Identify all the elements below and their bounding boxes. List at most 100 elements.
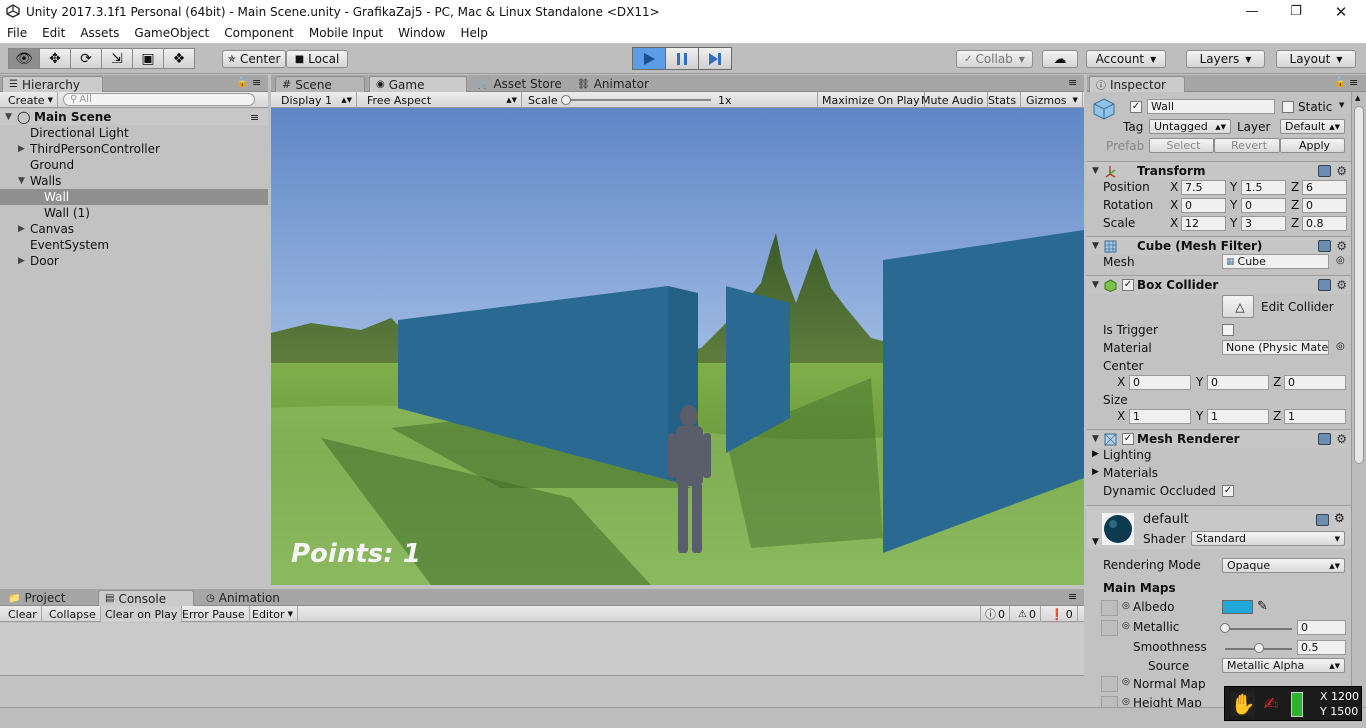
fold-closed-icon[interactable]: ▶ [1092, 449, 1099, 459]
create-dropdown[interactable]: Create ▼ [4, 92, 58, 108]
hierarchy-item[interactable]: ▶ Door [0, 253, 268, 269]
smoothness-value-field[interactable]: 0.5 [1297, 640, 1346, 655]
menu-assets[interactable]: Assets [73, 26, 127, 40]
tab-animation[interactable]: ◷ Animation [200, 590, 296, 606]
dynamic-occluded-checkbox[interactable]: ✓ [1222, 485, 1234, 497]
prefab-select-button[interactable]: Select [1149, 138, 1214, 153]
layer-dropdown[interactable]: Default ▲▼ [1280, 119, 1345, 134]
scale-tool-icon[interactable]: ⇲ [101, 48, 133, 69]
warning-filter-toggle[interactable]: ⚠ 0 [1014, 606, 1041, 622]
menu-window[interactable]: Window [391, 26, 453, 40]
object-picker-icon[interactable]: ◎ [1336, 341, 1345, 352]
rotate-tool-icon[interactable]: ⟳ [70, 48, 102, 69]
mesh-renderer-header[interactable]: ▼ ✓ Mesh Renderer ⚙ [1087, 429, 1351, 448]
editor-dropdown[interactable]: Editor ▼ [248, 606, 298, 622]
mesh-renderer-enabled-checkbox[interactable]: ✓ [1122, 433, 1134, 445]
panel-menu-icon[interactable]: ≡ [1349, 76, 1358, 89]
minimize-icon[interactable]: — [1229, 0, 1275, 23]
step-button[interactable] [698, 47, 732, 70]
fold-open-icon[interactable]: ▼ [1092, 241, 1099, 251]
game-view[interactable]: Points: 1 [271, 108, 1084, 585]
smoothness-slider-knob[interactable] [1253, 643, 1264, 653]
mesh-field[interactable]: ▦ Cube [1222, 254, 1329, 269]
layers-dropdown[interactable]: Layers ▼ [1186, 50, 1265, 68]
error-pause-toggle[interactable]: Error Pause [178, 606, 250, 622]
physic-material-field[interactable]: None (Physic Mate [1222, 340, 1329, 355]
size-y-field[interactable]: 1 [1207, 409, 1269, 424]
gizmos-dropdown[interactable]: Gizmos ▼ [1022, 92, 1083, 108]
position-y-field[interactable]: 1.5 [1241, 180, 1286, 195]
pause-button[interactable] [665, 47, 699, 70]
scroll-up-icon[interactable]: ▲ [1355, 94, 1360, 102]
tab-hierarchy[interactable]: ☰ Hierarchy [2, 76, 103, 92]
rotation-x-field[interactable]: 0 [1181, 198, 1226, 213]
restore-icon[interactable]: ❐ [1273, 0, 1319, 23]
hierarchy-search-input[interactable]: ⚲ All [63, 93, 255, 106]
size-z-field[interactable]: 1 [1284, 409, 1346, 424]
rotation-y-field[interactable]: 0 [1241, 198, 1286, 213]
gear-icon[interactable]: ⚙ [1336, 239, 1347, 253]
mute-audio-toggle[interactable]: Mute Audio [917, 92, 989, 108]
error-filter-toggle[interactable]: ❗ 0 [1046, 606, 1078, 622]
box-collider-enabled-checkbox[interactable]: ✓ [1122, 279, 1134, 291]
lighting-label[interactable]: Lighting [1103, 448, 1152, 462]
view-tool-eye-icon[interactable]: 👁 [8, 48, 40, 69]
fold-closed-icon[interactable]: ▶ [18, 256, 25, 266]
scale-slider-knob[interactable] [561, 95, 571, 105]
prefab-revert-button[interactable]: Revert [1214, 138, 1280, 153]
scrollbar-thumb[interactable] [1354, 106, 1364, 464]
scale-slider-track[interactable] [565, 99, 711, 101]
fold-closed-icon[interactable]: ▶ [18, 144, 25, 154]
collapse-toggle[interactable]: Collapse [45, 606, 101, 622]
static-checkbox[interactable] [1282, 101, 1294, 113]
menu-component[interactable]: Component [217, 26, 302, 40]
panel-menu-icon[interactable]: ≡ [1068, 590, 1077, 603]
help-book-icon[interactable] [1318, 279, 1331, 291]
hierarchy-item[interactable]: ▶ ThirdPersonController [0, 141, 268, 157]
hierarchy-item[interactable]: ▼ Walls [0, 173, 268, 189]
aspect-dropdown[interactable]: Free Aspect ▲▼ [363, 92, 522, 108]
tag-dropdown[interactable]: Untagged ▲▼ [1149, 119, 1231, 134]
shader-dropdown[interactable]: Standard ▼ [1191, 531, 1345, 546]
size-x-field[interactable]: 1 [1129, 409, 1191, 424]
menu-gameobject[interactable]: GameObject [127, 26, 217, 40]
menu-help[interactable]: Help [453, 26, 495, 40]
stats-toggle[interactable]: Stats [984, 92, 1022, 108]
metallic-slider-track[interactable] [1225, 628, 1292, 630]
mesh-filter-header[interactable]: ▼ Cube (Mesh Filter) ⚙ [1087, 236, 1351, 255]
info-filter-toggle[interactable]: ⓘ 0 [980, 606, 1010, 622]
edit-collider-button[interactable]: △ [1222, 295, 1254, 318]
albedo-color-swatch[interactable] [1222, 600, 1253, 614]
position-z-field[interactable]: 6 [1302, 180, 1347, 195]
hierarchy-item[interactable]: Wall (1) [0, 205, 268, 221]
materials-label[interactable]: Materials [1103, 466, 1158, 480]
hand-tool-icon[interactable]: ✋ [1231, 692, 1255, 716]
fold-open-icon[interactable]: ▼ [1092, 537, 1099, 547]
normal-map-texture-slot[interactable] [1101, 676, 1118, 692]
clear-button[interactable]: Clear [4, 606, 42, 622]
height-map-texture-slot[interactable] [1101, 696, 1118, 707]
account-dropdown[interactable]: Account ▼ [1086, 50, 1166, 68]
metallic-texture-slot[interactable] [1101, 620, 1118, 636]
fold-open-icon[interactable]: ▼ [18, 176, 25, 186]
menu-edit[interactable]: Edit [35, 26, 73, 40]
menu-mobile-input[interactable]: Mobile Input [302, 26, 391, 40]
tab-asset-store[interactable]: 🛒 Asset Store [471, 76, 567, 92]
menu-file[interactable]: File [0, 26, 35, 40]
fold-open-icon[interactable]: ▼ [1092, 434, 1099, 444]
help-book-icon[interactable] [1318, 165, 1331, 177]
box-collider-header[interactable]: ▼ ✓ Box Collider ⚙ [1087, 275, 1351, 294]
rotation-z-field[interactable]: 0 [1302, 198, 1347, 213]
cloud-button[interactable]: ☁ [1042, 50, 1078, 68]
clear-on-play-toggle[interactable]: Clear on Play [101, 606, 183, 622]
object-picker-icon[interactable]: ◎ [1336, 255, 1345, 266]
albedo-texture-slot[interactable] [1101, 600, 1118, 616]
lock-icon[interactable]: 🔒 [236, 77, 248, 88]
fold-open-icon[interactable]: ▼ [1092, 280, 1099, 290]
gear-icon[interactable]: ⚙ [1336, 278, 1347, 292]
picker-dot-icon[interactable]: ◎ [1122, 697, 1130, 707]
gear-icon[interactable]: ⚙ [1334, 511, 1345, 525]
panel-menu-icon[interactable]: ≡ [252, 76, 261, 89]
console-log-area[interactable] [0, 623, 1084, 675]
layout-dropdown[interactable]: Layout ▼ [1276, 50, 1356, 68]
